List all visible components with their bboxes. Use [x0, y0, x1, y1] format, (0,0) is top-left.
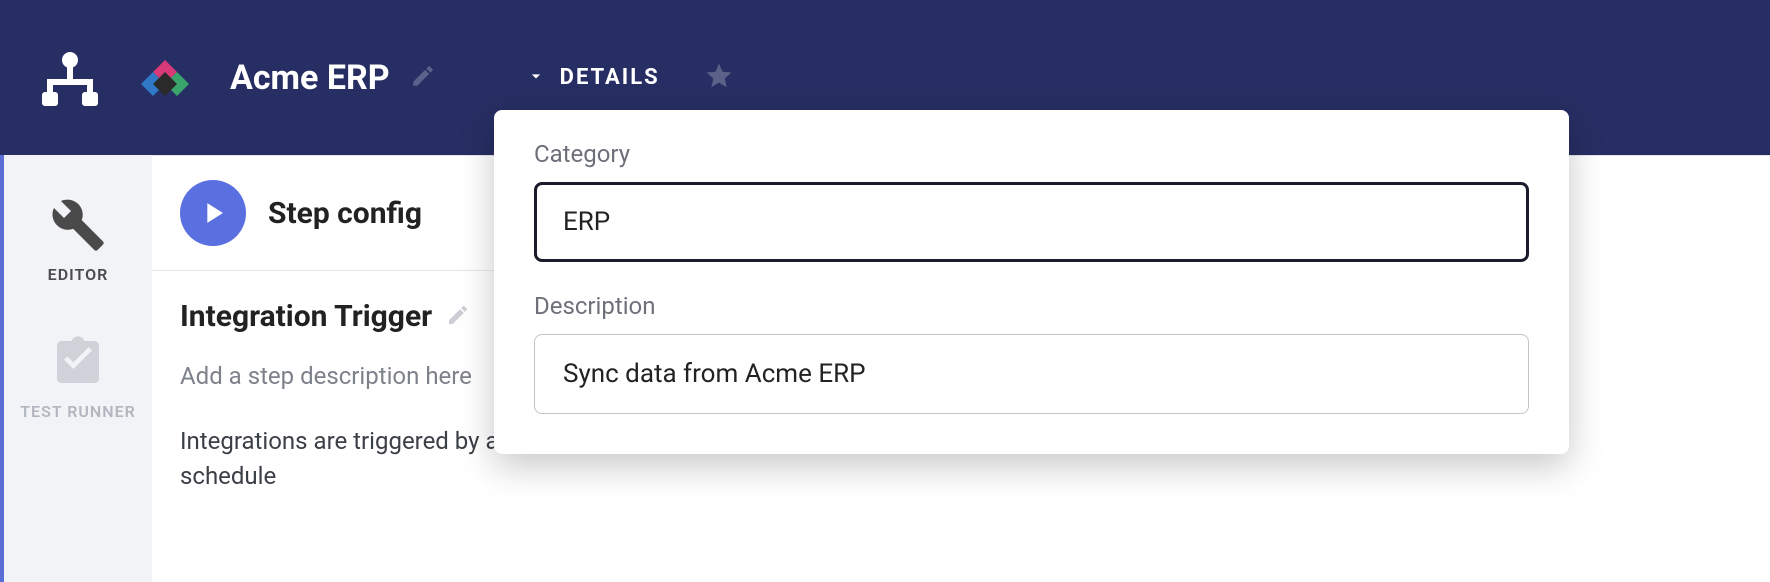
- sidebar-item-test-runner[interactable]: TEST RUNNER: [4, 312, 152, 449]
- category-field-group: Category: [534, 140, 1529, 262]
- sidebar-item-label: TEST RUNNER: [20, 402, 136, 421]
- star-icon[interactable]: [704, 61, 734, 95]
- details-label: DETAILS: [560, 65, 660, 90]
- details-popover: Category Description: [494, 110, 1569, 454]
- details-toggle[interactable]: DETAILS: [526, 61, 734, 95]
- description-input[interactable]: [534, 334, 1529, 414]
- category-label: Category: [534, 140, 1529, 168]
- description-label: Description: [534, 292, 1529, 320]
- chevron-down-icon: [526, 66, 546, 90]
- step-config-title: Step config: [268, 196, 422, 231]
- edit-trigger-icon[interactable]: [446, 303, 470, 331]
- wrench-icon: [50, 197, 106, 253]
- sidebar-item-editor[interactable]: EDITOR: [4, 175, 152, 312]
- clipboard-check-icon: [50, 334, 106, 390]
- header-title-group: Acme ERP: [230, 58, 436, 98]
- app-logo-icon: [140, 53, 190, 103]
- description-field-group: Description: [534, 292, 1529, 414]
- workflow-icon: [40, 48, 100, 108]
- play-icon[interactable]: [180, 180, 246, 246]
- edit-title-icon[interactable]: [410, 58, 436, 98]
- category-input[interactable]: [534, 182, 1529, 262]
- sidebar-item-label: EDITOR: [48, 265, 109, 284]
- app-title: Acme ERP: [230, 58, 390, 98]
- trigger-title: Integration Trigger: [180, 299, 432, 334]
- sidebar: EDITOR TEST RUNNER: [0, 155, 152, 582]
